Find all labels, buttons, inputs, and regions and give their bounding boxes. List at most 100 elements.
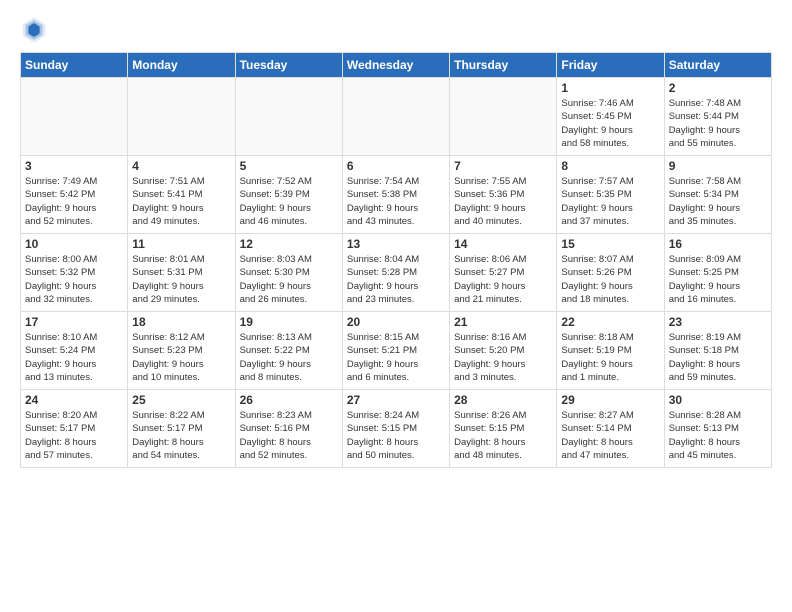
day-number: 27: [347, 393, 445, 407]
calendar-cell: 23 Sunrise: 8:19 AM Sunset: 5:18 PM Dayli…: [664, 312, 771, 390]
day-detail: Sunrise: 8:10 AM Sunset: 5:24 PM Dayligh…: [25, 331, 123, 384]
calendar-cell: 18 Sunrise: 8:12 AM Sunset: 5:23 PM Dayli…: [128, 312, 235, 390]
day-number: 18: [132, 315, 230, 329]
day-number: 26: [240, 393, 338, 407]
day-number: 9: [669, 159, 767, 173]
day-number: 16: [669, 237, 767, 251]
calendar-header-row: SundayMondayTuesdayWednesdayThursdayFrid…: [21, 53, 772, 78]
calendar-cell: [21, 78, 128, 156]
day-detail: Sunrise: 8:22 AM Sunset: 5:17 PM Dayligh…: [132, 409, 230, 462]
day-number: 19: [240, 315, 338, 329]
day-detail: Sunrise: 7:54 AM Sunset: 5:38 PM Dayligh…: [347, 175, 445, 228]
calendar-week-3: 17 Sunrise: 8:10 AM Sunset: 5:24 PM Dayli…: [21, 312, 772, 390]
calendar-cell: 4 Sunrise: 7:51 AM Sunset: 5:41 PM Daylig…: [128, 156, 235, 234]
day-number: 23: [669, 315, 767, 329]
day-number: 12: [240, 237, 338, 251]
logo-icon: [20, 16, 48, 44]
day-number: 8: [561, 159, 659, 173]
calendar-cell: 6 Sunrise: 7:54 AM Sunset: 5:38 PM Daylig…: [342, 156, 449, 234]
calendar-cell: 15Sunrise: 8:07 AM Sunset: 5:26 PM Dayli…: [557, 234, 664, 312]
calendar-cell: 17 Sunrise: 8:10 AM Sunset: 5:24 PM Dayli…: [21, 312, 128, 390]
day-number: 3: [25, 159, 123, 173]
calendar-cell: 22Sunrise: 8:18 AM Sunset: 5:19 PM Dayli…: [557, 312, 664, 390]
day-number: 14: [454, 237, 552, 251]
day-detail: Sunrise: 7:48 AM Sunset: 5:44 PM Dayligh…: [669, 97, 767, 150]
day-detail: Sunrise: 7:55 AM Sunset: 5:36 PM Dayligh…: [454, 175, 552, 228]
calendar-cell: [235, 78, 342, 156]
day-number: 21: [454, 315, 552, 329]
calendar-week-0: 1 Sunrise: 7:46 AM Sunset: 5:45 PM Daylig…: [21, 78, 772, 156]
calendar-cell: 27 Sunrise: 8:24 AM Sunset: 5:15 PM Dayli…: [342, 390, 449, 468]
day-detail: Sunrise: 8:01 AM Sunset: 5:31 PM Dayligh…: [132, 253, 230, 306]
calendar-cell: 12 Sunrise: 8:03 AM Sunset: 5:30 PM Dayli…: [235, 234, 342, 312]
day-number: 22: [561, 315, 659, 329]
calendar-cell: 20 Sunrise: 8:15 AM Sunset: 5:21 PM Dayli…: [342, 312, 449, 390]
calendar-cell: 14 Sunrise: 8:06 AM Sunset: 5:27 PM Dayli…: [450, 234, 557, 312]
day-detail: Sunrise: 8:15 AM Sunset: 5:21 PM Dayligh…: [347, 331, 445, 384]
calendar-cell: 30Sunrise: 8:28 AM Sunset: 5:13 PM Dayli…: [664, 390, 771, 468]
day-detail: Sunrise: 8:26 AM Sunset: 5:15 PM Dayligh…: [454, 409, 552, 462]
calendar-cell: 1 Sunrise: 7:46 AM Sunset: 5:45 PM Daylig…: [557, 78, 664, 156]
day-number: 28: [454, 393, 552, 407]
day-number: 20: [347, 315, 445, 329]
day-number: 25: [132, 393, 230, 407]
calendar-header-thursday: Thursday: [450, 53, 557, 78]
calendar-cell: 8 Sunrise: 7:57 AM Sunset: 5:35 PM Daylig…: [557, 156, 664, 234]
day-number: 10: [25, 237, 123, 251]
calendar-header-friday: Friday: [557, 53, 664, 78]
day-number: 13: [347, 237, 445, 251]
calendar-cell: 21 Sunrise: 8:16 AM Sunset: 5:20 PM Dayli…: [450, 312, 557, 390]
page: SundayMondayTuesdayWednesdayThursdayFrid…: [0, 0, 792, 612]
day-number: 2: [669, 81, 767, 95]
day-detail: Sunrise: 7:49 AM Sunset: 5:42 PM Dayligh…: [25, 175, 123, 228]
day-detail: Sunrise: 8:28 AM Sunset: 5:13 PM Dayligh…: [669, 409, 767, 462]
calendar-cell: [128, 78, 235, 156]
day-number: 17: [25, 315, 123, 329]
day-detail: Sunrise: 8:00 AM Sunset: 5:32 PM Dayligh…: [25, 253, 123, 306]
calendar-week-2: 10 Sunrise: 8:00 AM Sunset: 5:32 PM Dayli…: [21, 234, 772, 312]
calendar-week-1: 3 Sunrise: 7:49 AM Sunset: 5:42 PM Daylig…: [21, 156, 772, 234]
day-number: 4: [132, 159, 230, 173]
day-detail: Sunrise: 8:12 AM Sunset: 5:23 PM Dayligh…: [132, 331, 230, 384]
day-detail: Sunrise: 8:27 AM Sunset: 5:14 PM Dayligh…: [561, 409, 659, 462]
calendar-cell: 5Sunrise: 7:52 AM Sunset: 5:39 PM Daylig…: [235, 156, 342, 234]
header: [20, 16, 772, 44]
calendar-cell: [342, 78, 449, 156]
day-detail: Sunrise: 7:52 AM Sunset: 5:39 PM Dayligh…: [240, 175, 338, 228]
calendar-cell: 10 Sunrise: 8:00 AM Sunset: 5:32 PM Dayli…: [21, 234, 128, 312]
day-number: 7: [454, 159, 552, 173]
calendar-week-4: 24 Sunrise: 8:20 AM Sunset: 5:17 PM Dayli…: [21, 390, 772, 468]
day-detail: Sunrise: 8:23 AM Sunset: 5:16 PM Dayligh…: [240, 409, 338, 462]
day-detail: Sunrise: 8:24 AM Sunset: 5:15 PM Dayligh…: [347, 409, 445, 462]
calendar-cell: 3 Sunrise: 7:49 AM Sunset: 5:42 PM Daylig…: [21, 156, 128, 234]
day-number: 29: [561, 393, 659, 407]
day-detail: Sunrise: 8:07 AM Sunset: 5:26 PM Dayligh…: [561, 253, 659, 306]
day-detail: Sunrise: 8:03 AM Sunset: 5:30 PM Dayligh…: [240, 253, 338, 306]
day-number: 6: [347, 159, 445, 173]
calendar-cell: 19 Sunrise: 8:13 AM Sunset: 5:22 PM Dayli…: [235, 312, 342, 390]
day-detail: Sunrise: 7:51 AM Sunset: 5:41 PM Dayligh…: [132, 175, 230, 228]
calendar-header-monday: Monday: [128, 53, 235, 78]
calendar-header-sunday: Sunday: [21, 53, 128, 78]
calendar-cell: 7 Sunrise: 7:55 AM Sunset: 5:36 PM Daylig…: [450, 156, 557, 234]
calendar-cell: 9Sunrise: 7:58 AM Sunset: 5:34 PM Daylig…: [664, 156, 771, 234]
day-detail: Sunrise: 8:20 AM Sunset: 5:17 PM Dayligh…: [25, 409, 123, 462]
day-detail: Sunrise: 7:46 AM Sunset: 5:45 PM Dayligh…: [561, 97, 659, 150]
calendar-table: SundayMondayTuesdayWednesdayThursdayFrid…: [20, 52, 772, 468]
calendar-cell: 24 Sunrise: 8:20 AM Sunset: 5:17 PM Dayli…: [21, 390, 128, 468]
day-detail: Sunrise: 8:19 AM Sunset: 5:18 PM Dayligh…: [669, 331, 767, 384]
day-number: 1: [561, 81, 659, 95]
calendar-cell: 28 Sunrise: 8:26 AM Sunset: 5:15 PM Dayli…: [450, 390, 557, 468]
day-number: 11: [132, 237, 230, 251]
calendar-cell: 29 Sunrise: 8:27 AM Sunset: 5:14 PM Dayli…: [557, 390, 664, 468]
logo: [20, 16, 52, 44]
calendar-header-tuesday: Tuesday: [235, 53, 342, 78]
day-detail: Sunrise: 8:13 AM Sunset: 5:22 PM Dayligh…: [240, 331, 338, 384]
day-detail: Sunrise: 8:16 AM Sunset: 5:20 PM Dayligh…: [454, 331, 552, 384]
calendar-header-saturday: Saturday: [664, 53, 771, 78]
calendar-header-wednesday: Wednesday: [342, 53, 449, 78]
day-detail: Sunrise: 8:06 AM Sunset: 5:27 PM Dayligh…: [454, 253, 552, 306]
calendar-cell: [450, 78, 557, 156]
day-detail: Sunrise: 7:57 AM Sunset: 5:35 PM Dayligh…: [561, 175, 659, 228]
day-number: 24: [25, 393, 123, 407]
